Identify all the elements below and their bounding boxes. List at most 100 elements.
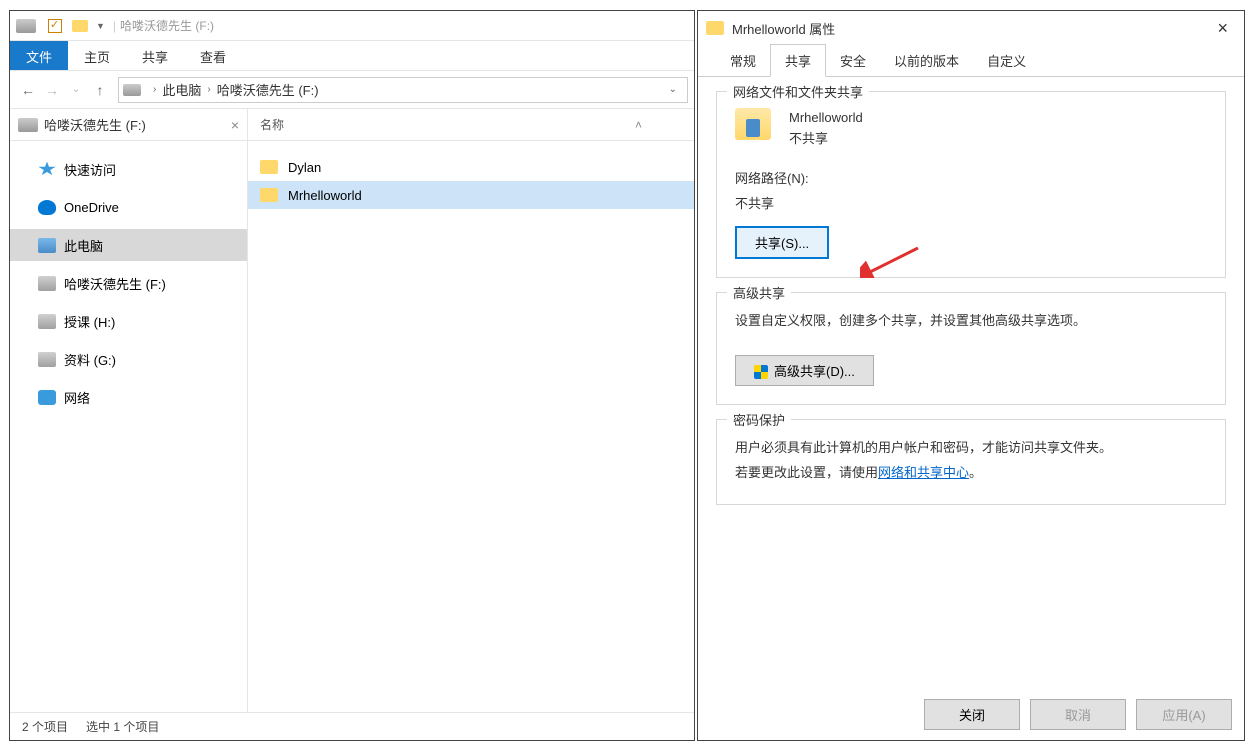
tab-previous-versions[interactable]: 以前的版本 <box>880 45 973 76</box>
network-sharing-center-link[interactable]: 网络和共享中心 <box>878 465 969 480</box>
body-area: 哈喽沃德先生 (F:) × 快速访问 OneDrive 此电脑 <box>10 109 694 712</box>
ribbon-tab-home[interactable]: 主页 <box>68 41 126 70</box>
properties-window: Mrhelloworld 属性 × 常规 共享 安全 以前的版本 自定义 网络文… <box>697 10 1245 741</box>
shared-folder-icon <box>735 108 771 140</box>
share-state: 不共享 <box>789 129 863 150</box>
properties-tabs: 常规 共享 安全 以前的版本 自定义 <box>698 45 1244 77</box>
window-title: 哈喽沃德先生 (F:) <box>120 17 214 34</box>
breadcrumb-drive[interactable]: 哈喽沃德先生 (F:) <box>217 80 319 99</box>
cancel-button[interactable]: 取消 <box>1030 699 1126 730</box>
tree-label: OneDrive <box>64 200 119 215</box>
ribbon-tab-view[interactable]: 查看 <box>184 41 242 70</box>
group-title: 密码保护 <box>727 410 791 429</box>
status-count: 2 个项目 <box>22 718 68 735</box>
file-list: Dylan Mrhelloworld <box>248 141 694 209</box>
history-dropdown-icon[interactable]: ⌄ <box>64 78 88 102</box>
addressbar-dropdown-icon[interactable]: ⌄ <box>663 84 683 95</box>
folder-icon <box>72 20 88 32</box>
drive-icon <box>18 118 38 132</box>
status-selected: 选中 1 个项目 <box>86 718 159 735</box>
navbar: ← → ⌄ ↑ › 此电脑 › 哈喽沃德先生 (F:) ⌄ <box>10 71 694 109</box>
separator: | <box>113 19 116 33</box>
pwd-line1: 用户必须具有此计算机的用户帐户和密码，才能访问共享文件夹。 <box>735 436 1207 461</box>
network-path-value: 不共享 <box>735 193 1207 212</box>
apply-button[interactable]: 应用(A) <box>1136 699 1232 730</box>
close-button[interactable]: 关闭 <box>924 699 1020 730</box>
up-button[interactable]: ↑ <box>88 78 112 102</box>
forward-button[interactable]: → <box>40 78 64 102</box>
ribbon-tab-file[interactable]: 文件 <box>10 41 68 70</box>
close-icon[interactable]: × <box>231 117 239 133</box>
tree-item-drive-g[interactable]: 资料 (G:) <box>10 343 247 375</box>
tab-security[interactable]: 安全 <box>826 45 880 76</box>
pwd-line2-suffix: 。 <box>969 465 982 480</box>
breadcrumb-this-pc[interactable]: 此电脑 <box>162 80 201 99</box>
explorer-window: ▼ | 哈喽沃德先生 (F:) 文件 主页 共享 查看 ← → ⌄ ↑ › 此电… <box>9 10 695 741</box>
tree-header: 哈喽沃德先生 (F:) × <box>10 109 247 141</box>
close-icon[interactable]: × <box>1209 18 1236 39</box>
drive-icon <box>38 352 56 367</box>
tree-item-onedrive[interactable]: OneDrive <box>10 191 247 223</box>
tree-item-network[interactable]: 网络 <box>10 381 247 413</box>
tree-item-this-pc[interactable]: 此电脑 <box>10 229 247 261</box>
tree-items: 快速访问 OneDrive 此电脑 哈喽沃德先生 (F:) 授课 (H:) <box>10 141 247 431</box>
file-row[interactable]: Dylan <box>248 153 694 181</box>
treepane: 哈喽沃德先生 (F:) × 快速访问 OneDrive 此电脑 <box>10 109 248 712</box>
tree-label: 授课 (H:) <box>64 312 115 331</box>
tree-label: 网络 <box>64 388 90 407</box>
quick-access-dropdown-icon[interactable]: ▼ <box>96 21 105 31</box>
folder-icon <box>260 188 278 202</box>
share-button[interactable]: 共享(S)... <box>735 226 829 259</box>
tree-item-drive-h[interactable]: 授课 (H:) <box>10 305 247 337</box>
tree-label: 哈喽沃德先生 (F:) <box>64 274 166 293</box>
tab-general[interactable]: 常规 <box>716 45 770 76</box>
properties-body: 网络文件和文件夹共享 Mrhelloworld 不共享 网络路径(N): 不共享… <box>698 77 1244 740</box>
drive-icon <box>16 19 36 33</box>
cloud-icon <box>38 200 56 215</box>
advanced-share-button[interactable]: 高级共享(D)... <box>735 355 874 386</box>
ribbon-tab-share[interactable]: 共享 <box>126 41 184 70</box>
tree-label: 此电脑 <box>64 236 103 255</box>
properties-title: Mrhelloworld 属性 <box>732 19 835 38</box>
share-meta: Mrhelloworld 不共享 <box>789 108 863 150</box>
tree-label: 资料 (G:) <box>64 350 116 369</box>
pwd-line2-prefix: 若要更改此设置，请使用 <box>735 465 878 480</box>
group-title: 网络文件和文件夹共享 <box>727 82 869 101</box>
group-title: 高级共享 <box>727 283 791 302</box>
drive-icon <box>38 276 56 291</box>
chevron-right-icon[interactable]: › <box>207 84 210 95</box>
sort-indicator-icon[interactable]: ˄ <box>635 118 642 132</box>
back-button[interactable]: ← <box>16 78 40 102</box>
star-icon <box>38 162 56 177</box>
tab-sharing[interactable]: 共享 <box>770 44 826 77</box>
file-name: Mrhelloworld <box>288 188 362 203</box>
monitor-icon <box>38 238 56 253</box>
breadcrumb-drive-icon <box>123 84 141 96</box>
network-icon <box>38 390 56 405</box>
file-name: Dylan <box>288 160 321 175</box>
addressbar[interactable]: › 此电脑 › 哈喽沃德先生 (F:) ⌄ <box>118 77 688 103</box>
tree-item-quick-access[interactable]: 快速访问 <box>10 153 247 185</box>
tree-item-drive-f[interactable]: 哈喽沃德先生 (F:) <box>10 267 247 299</box>
share-name: Mrhelloworld <box>789 108 863 129</box>
group-advanced-share: 高级共享 设置自定义权限，创建多个共享，并设置其他高级共享选项。 高级共享(D)… <box>716 292 1226 406</box>
filepane: 名称 ˄ Dylan Mrhelloworld <box>248 109 694 712</box>
chevron-right-icon[interactable]: › <box>153 84 156 95</box>
file-header[interactable]: 名称 ˄ <box>248 109 694 141</box>
drive-icon <box>38 314 56 329</box>
check-icon[interactable] <box>48 19 62 33</box>
folder-icon <box>260 160 278 174</box>
group-password-protection: 密码保护 用户必须具有此计算机的用户帐户和密码，才能访问共享文件夹。 若要更改此… <box>716 419 1226 504</box>
pwd-line2: 若要更改此设置，请使用网络和共享中心。 <box>735 461 1207 486</box>
advanced-desc: 设置自定义权限，创建多个共享，并设置其他高级共享选项。 <box>735 309 1207 334</box>
statusbar: 2 个项目 选中 1 个项目 <box>10 712 694 740</box>
properties-buttons: 关闭 取消 应用(A) <box>924 699 1232 730</box>
network-path-label: 网络路径(N): <box>735 168 1207 187</box>
file-row[interactable]: Mrhelloworld <box>248 181 694 209</box>
column-name[interactable]: 名称 <box>260 116 284 133</box>
tab-custom[interactable]: 自定义 <box>973 45 1040 76</box>
titlebar: ▼ | 哈喽沃德先生 (F:) <box>10 11 694 41</box>
tree-header-text: 哈喽沃德先生 (F:) <box>44 115 146 134</box>
group-network-share: 网络文件和文件夹共享 Mrhelloworld 不共享 网络路径(N): 不共享… <box>716 91 1226 278</box>
folder-icon <box>706 21 724 35</box>
